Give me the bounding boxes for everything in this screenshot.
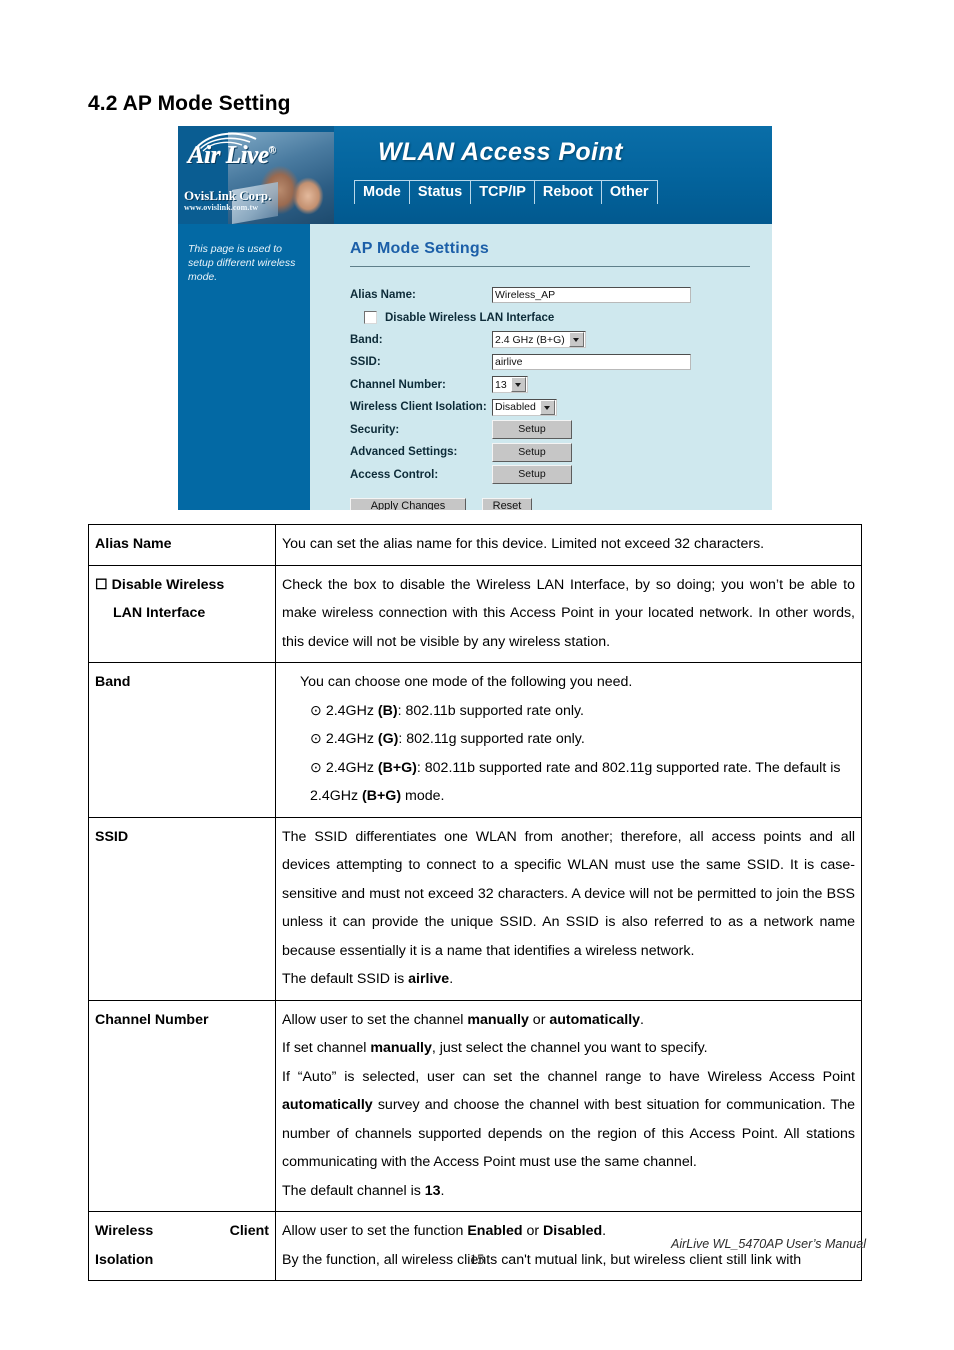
chevron-down-icon[interactable]: [510, 377, 526, 393]
row-key-line: Alias Name: [95, 536, 172, 552]
row-desc-disable-wireless-lan: Check the box to disable the Wireless LA…: [275, 564, 862, 663]
band-label: Band:: [350, 333, 383, 346]
row-key-disable-wireless-lan: ☐ Disable Wireless LAN Interface: [88, 564, 276, 663]
security-label: Security:: [350, 423, 400, 436]
nav-item-status[interactable]: Status: [408, 180, 471, 204]
router-sidebar: This page is used to setup different wir…: [178, 224, 310, 510]
channel-number-value: 13: [495, 378, 507, 391]
desc-line: ⊙ 2.4GHz (G): 802.11g supported rate onl…: [310, 731, 585, 747]
desc-line: ⊙ 2.4GHz (B+G): 802.11b supported rate a…: [310, 759, 841, 805]
desc-line: The SSID differentiates one WLAN from an…: [282, 828, 855, 959]
client-isolation-label: Wireless Client Isolation:: [350, 401, 487, 414]
router-ui-screenshot: Air Live® OvisLink Corp. www.ovislink.co…: [178, 126, 772, 510]
row-key-wireless-client-isolation: Wireless Client Isolation: [88, 1211, 276, 1281]
desc-line: If set channel manually, just select the…: [282, 1040, 708, 1056]
alias-name-label: Alias Name:: [350, 289, 416, 302]
reset-button[interactable]: Reset: [482, 498, 532, 510]
sidebar-help-text: This page is used to setup different wir…: [188, 243, 296, 283]
row-key-word-2: Client: [229, 1223, 269, 1239]
table-row: Channel Number Allow user to set the cha…: [88, 999, 862, 1212]
row-desc-band: You can choose one mode of the following…: [275, 662, 862, 818]
desc-line: Check the box to disable the Wireless LA…: [282, 576, 855, 650]
desc-line: ⊙ 2.4GHz (B): 802.11b supported rate onl…: [310, 702, 584, 719]
ssid-row: SSID: airlive: [350, 351, 764, 374]
manual-footer-label: AirLive WL_5470AP User’s Manual: [670, 1237, 866, 1251]
page-number: 15: [469, 1252, 485, 1268]
row-key-band: Band: [88, 662, 276, 818]
router-header: Air Live® OvisLink Corp. www.ovislink.co…: [178, 126, 772, 224]
nav-item-tcpip[interactable]: TCP/IP: [470, 180, 534, 204]
chevron-down-icon[interactable]: [539, 399, 555, 415]
registered-mark: ®: [268, 145, 276, 157]
alias-name-row: Alias Name: Wireless_AP: [350, 284, 764, 307]
band-row: Band: 2.4 GHz (B+G): [350, 329, 764, 352]
access-control-label: Access Control:: [350, 468, 439, 481]
nav-item-mode[interactable]: Mode: [354, 180, 409, 204]
ap-mode-form: Alias Name: Wireless_AP Disable Wireless…: [350, 284, 764, 486]
desc-line: Allow user to set the channel manually o…: [282, 1011, 644, 1028]
ssid-input[interactable]: airlive: [492, 354, 691, 371]
table-row: Alias Name You can set the alias name fo…: [88, 524, 862, 566]
form-action-buttons: Apply Changes Reset: [350, 498, 532, 510]
panel-title: AP Mode Settings: [350, 240, 489, 257]
nav-item-other[interactable]: Other: [600, 180, 658, 204]
desc-line: You can choose one mode of the following…: [300, 674, 633, 690]
row-key-line: Channel Number: [95, 1011, 209, 1028]
page-title: 4.2 AP Mode Setting: [88, 92, 291, 115]
row-key-line: Wireless Client: [95, 1217, 269, 1246]
advanced-settings-row: Advanced Settings: Setup: [350, 441, 764, 464]
band-select[interactable]: 2.4 GHz (B+G): [492, 331, 586, 349]
row-key-line: SSID: [95, 828, 129, 845]
security-row: Security: Setup: [350, 419, 764, 442]
row-key-word-1: Wireless: [95, 1223, 154, 1239]
client-isolation-row: Wireless Client Isolation: Disabled: [350, 396, 764, 419]
panel-divider: [350, 266, 750, 267]
ssid-label: SSID:: [350, 356, 381, 369]
access-control-row: Access Control: Setup: [350, 464, 764, 487]
channel-number-select[interactable]: 13: [492, 376, 528, 394]
airlive-logo: Air Live®: [188, 142, 276, 170]
row-key-line-2: LAN Interface: [113, 605, 206, 621]
chevron-down-icon[interactable]: [568, 332, 584, 348]
router-body: This page is used to setup different wir…: [178, 224, 772, 510]
table-row: ☐ Disable Wireless LAN Interface Check t…: [88, 564, 862, 663]
client-isolation-value: Disabled: [495, 401, 536, 414]
row-desc-ssid: The SSID differentiates one WLAN from an…: [275, 816, 862, 1001]
brand-panel: Air Live® OvisLink Corp. www.ovislink.co…: [178, 126, 334, 224]
table-row: Band You can choose one mode of the foll…: [88, 662, 862, 818]
band-select-value: 2.4 GHz (B+G): [495, 333, 565, 346]
device-title: WLAN Access Point: [378, 138, 623, 166]
nav-item-reboot[interactable]: Reboot: [533, 180, 601, 204]
advanced-settings-label: Advanced Settings:: [350, 446, 458, 459]
row-key-line: ☐ Disable Wireless: [95, 576, 225, 593]
advanced-setup-button[interactable]: Setup: [492, 442, 572, 462]
desc-line: The default SSID is airlive.: [282, 971, 454, 987]
alias-name-input[interactable]: Wireless_AP: [492, 287, 691, 304]
row-key-line: Band: [95, 674, 131, 690]
access-control-setup-button[interactable]: Setup: [492, 465, 572, 485]
apply-changes-button[interactable]: Apply Changes: [350, 498, 466, 510]
router-nav[interactable]: Mode Status TCP/IP Reboot Other: [354, 180, 658, 204]
row-key-alias-name: Alias Name: [88, 524, 276, 566]
row-desc-alias-name: You can set the alias name for this devi…: [275, 524, 862, 566]
row-desc-channel-number: Allow user to set the channel manually o…: [275, 999, 862, 1212]
desc-line: The default channel is 13.: [282, 1182, 445, 1199]
table-row: SSID The SSID differentiates one WLAN fr…: [88, 816, 862, 1001]
row-key-ssid: SSID: [88, 816, 276, 1001]
company-name: OvisLink Corp.: [184, 188, 272, 203]
desc-line: You can set the alias name for this devi…: [282, 536, 765, 552]
disable-wlan-checkbox[interactable]: [364, 311, 377, 324]
channel-number-label: Channel Number:: [350, 378, 446, 391]
channel-number-row: Channel Number: 13: [350, 374, 764, 397]
airlive-logo-text: Air Live: [188, 142, 269, 169]
settings-description-table: Alias Name You can set the alias name fo…: [88, 524, 862, 1281]
desc-line: If “Auto” is selected, user can set the …: [282, 1068, 855, 1171]
row-key-channel-number: Channel Number: [88, 999, 276, 1212]
client-isolation-select[interactable]: Disabled: [492, 398, 557, 416]
disable-wlan-label: Disable Wireless LAN Interface: [385, 311, 555, 324]
disable-wlan-row[interactable]: Disable Wireless LAN Interface: [350, 307, 764, 329]
company-url: www.ovislink.com.tw: [184, 203, 259, 212]
security-setup-button[interactable]: Setup: [492, 420, 572, 440]
ap-mode-panel: AP Mode Settings Alias Name: Wireless_AP…: [310, 224, 772, 510]
